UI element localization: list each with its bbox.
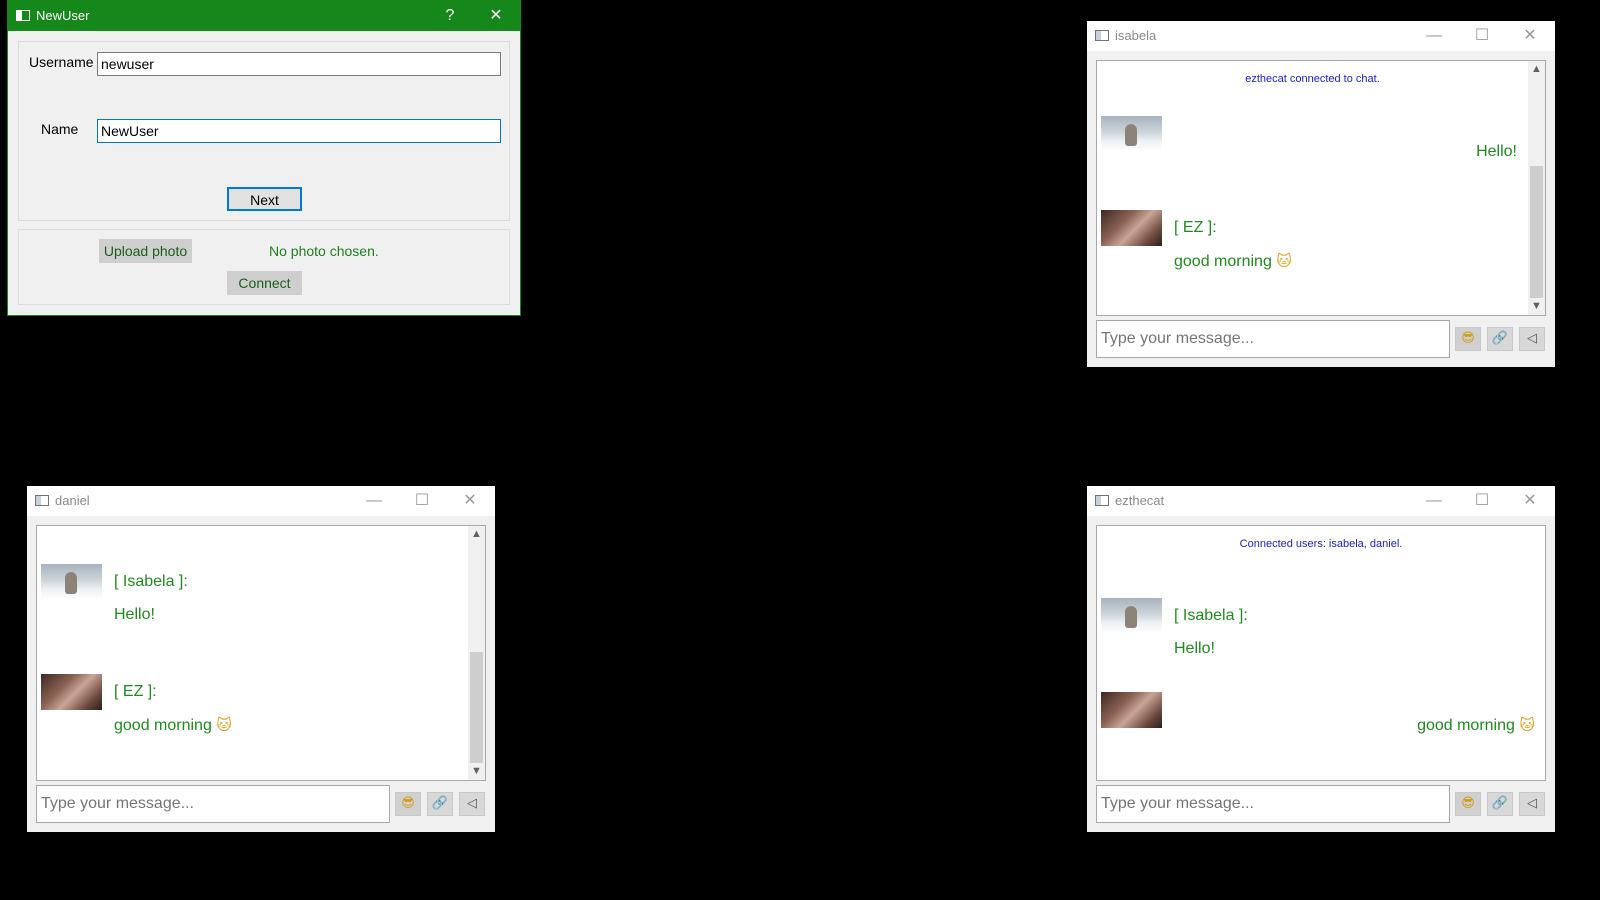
message-input[interactable] [36, 785, 390, 823]
scrollbar-thumb[interactable] [470, 652, 483, 763]
maximize-button[interactable]: ☐ [1470, 490, 1494, 512]
sunglasses-emoji-icon[interactable]: 😎 [1455, 327, 1481, 351]
daniel-titlebar[interactable]: daniel — ☐ ✕ [27, 486, 495, 516]
window-app-icon [1095, 495, 1109, 506]
paperclip-icon[interactable]: 🔗 [427, 792, 453, 816]
own-message: Hello! [1476, 143, 1517, 160]
window-app-icon [16, 10, 30, 21]
cat-emoji-icon: 🐱 [1519, 716, 1535, 734]
window-title: ezthecat [1115, 493, 1165, 508]
window-app-icon [1095, 30, 1109, 41]
upload-photo-button[interactable]: Upload photo [99, 239, 192, 263]
cat-emoji-icon: 🐱 [216, 716, 232, 734]
isabela-titlebar[interactable]: isabela — ☐ ✕ [1087, 21, 1555, 51]
close-button[interactable]: ✕ [1518, 490, 1542, 512]
send-arrow-icon[interactable]: ◁ [1519, 327, 1545, 351]
connect-button[interactable]: Connect [227, 271, 302, 295]
maximize-button[interactable]: ☐ [1470, 25, 1494, 47]
chevron-down-icon[interactable]: ▼ [468, 763, 485, 780]
help-button[interactable]: ? [438, 5, 462, 27]
ezthecat-chat-window: ezthecat — ☐ ✕ Connected users: isabela,… [1087, 486, 1555, 832]
avatar [1101, 598, 1162, 634]
daniel-chat-window: daniel — ☐ ✕ [ Isabela ]: Hello! [ EZ ]:… [27, 486, 495, 832]
chat-history[interactable]: Connected users: isabela, daniel. [ Isab… [1096, 525, 1546, 781]
sunglasses-emoji-icon[interactable]: 😎 [1455, 792, 1481, 816]
paperclip-icon[interactable]: 🔗 [1487, 327, 1513, 351]
chat-history[interactable]: ezthecat connected to chat. Hello! [ EZ … [1096, 60, 1546, 316]
photo-status: No photo chosen. [269, 243, 379, 259]
minimize-button[interactable]: — [362, 490, 386, 512]
avatar [41, 674, 102, 710]
message-sender: [ EZ ]: [114, 683, 157, 700]
send-arrow-icon[interactable]: ◁ [1519, 792, 1545, 816]
new-user-dialog: NewUser ? ✕ Username Name Next Upload ph… [7, 0, 521, 316]
system-message: Connected users: isabela, daniel. [1239, 538, 1403, 550]
minimize-button[interactable]: — [1422, 25, 1446, 47]
send-arrow-icon[interactable]: ◁ [459, 792, 485, 816]
next-button[interactable]: Next [227, 187, 302, 211]
name-label: Name [41, 121, 79, 137]
message-input[interactable] [1096, 785, 1450, 823]
system-message: ezthecat connected to chat. [1245, 73, 1380, 85]
ezthecat-titlebar[interactable]: ezthecat — ☐ ✕ [1087, 486, 1555, 516]
username-label: Username [29, 54, 94, 70]
avatar [1101, 210, 1162, 246]
minimize-button[interactable]: — [1422, 490, 1446, 512]
avatar [41, 564, 102, 600]
chevron-up-icon[interactable]: ▲ [1528, 61, 1545, 78]
name-field[interactable] [97, 119, 501, 143]
user-info-group: Username Name Next [18, 41, 510, 221]
avatar [1101, 692, 1162, 728]
close-button[interactable]: ✕ [1518, 25, 1542, 47]
window-app-icon [35, 495, 49, 506]
chevron-down-icon[interactable]: ▼ [1528, 298, 1545, 315]
photo-group: Upload photo No photo chosen. Connect [18, 229, 510, 305]
dialog-titlebar[interactable]: NewUser ? ✕ [8, 1, 520, 31]
maximize-button[interactable]: ☐ [410, 490, 434, 512]
sunglasses-emoji-icon[interactable]: 😎 [395, 792, 421, 816]
close-button[interactable]: ✕ [484, 5, 508, 27]
window-title: daniel [55, 493, 90, 508]
dialog-title: NewUser [36, 8, 90, 23]
avatar [1101, 116, 1162, 152]
isabela-chat-window: isabela — ☐ ✕ ezthecat connected to chat… [1087, 21, 1555, 367]
paperclip-icon[interactable]: 🔗 [1487, 792, 1513, 816]
window-title: isabela [1115, 28, 1157, 43]
message-sender: [ EZ ]: [1174, 219, 1217, 236]
scrollbar-thumb[interactable] [1530, 166, 1543, 298]
cat-emoji-icon: 🐱 [1276, 252, 1292, 270]
chat-history[interactable]: [ Isabela ]: Hello! [ EZ ]: good morning… [36, 525, 486, 781]
message-input[interactable] [1096, 320, 1450, 358]
message-sender: [ Isabela ]: [1174, 607, 1248, 624]
username-field[interactable] [97, 52, 501, 76]
message-text: Hello! [1174, 640, 1215, 657]
message-sender: [ Isabela ]: [114, 573, 188, 590]
scrollbar[interactable]: ▲ ▼ [1528, 61, 1545, 315]
message-text: good morning 🐱 [114, 716, 232, 734]
message-text: Hello! [114, 606, 155, 623]
chevron-up-icon[interactable]: ▲ [468, 526, 485, 543]
scrollbar[interactable]: ▲ ▼ [468, 526, 485, 780]
message-text: good morning 🐱 [1174, 252, 1292, 270]
own-message: good morning 🐱 [1417, 716, 1535, 734]
close-button[interactable]: ✕ [458, 490, 482, 512]
